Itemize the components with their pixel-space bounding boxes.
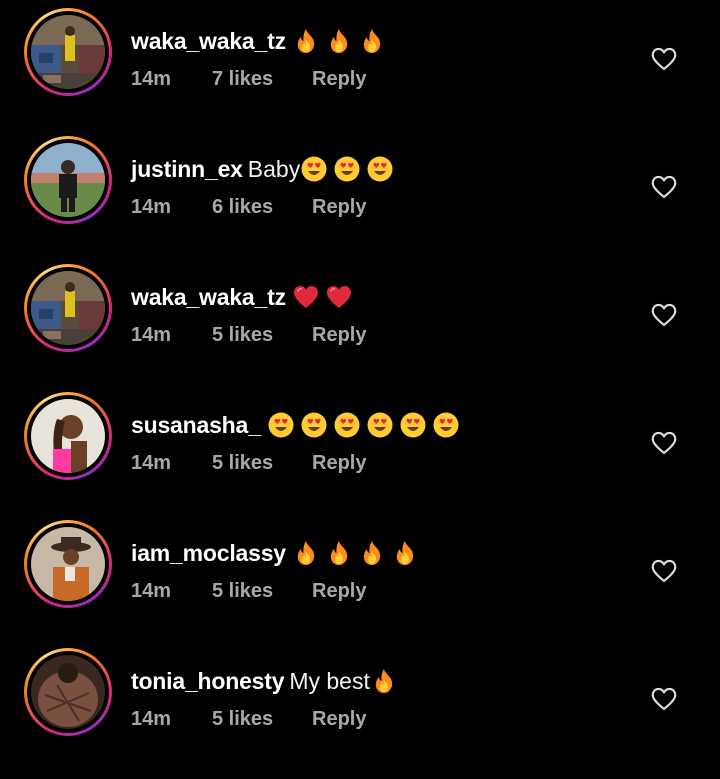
like-button[interactable] xyxy=(651,175,677,199)
heart-outline-icon xyxy=(651,175,677,199)
comment-item: waka_waka_tz 14m 5 likes Reply xyxy=(0,256,720,384)
comment-meta: 14m 5 likes Reply xyxy=(131,707,366,731)
heart-eyes-emoji xyxy=(267,411,295,439)
comment-username[interactable]: tonia_honesty xyxy=(131,668,285,695)
comment-likes[interactable]: 5 likes xyxy=(212,580,312,603)
comment-username[interactable]: iam_moclassy xyxy=(131,540,286,567)
comment-item: waka_waka_tz 14m 7 likes Reply xyxy=(0,0,720,128)
reply-button[interactable]: Reply xyxy=(312,324,366,347)
comment-line: tonia_honesty My best xyxy=(131,665,403,697)
story-ring[interactable] xyxy=(24,392,112,480)
fire-emoji xyxy=(391,539,419,567)
heart-eyes-emoji xyxy=(399,411,427,439)
heart-outline-icon xyxy=(651,431,677,455)
comment-username[interactable]: waka_waka_tz xyxy=(131,28,286,55)
comment-username[interactable]: justinn_ex xyxy=(131,156,243,183)
comment-meta: 14m 5 likes Reply xyxy=(131,323,366,347)
comment-likes[interactable]: 5 likes xyxy=(212,452,312,475)
comment-emojis xyxy=(292,283,358,311)
fire-emoji xyxy=(292,27,320,55)
avatar-portrait-closeup[interactable] xyxy=(31,655,105,729)
heart-eyes-emoji xyxy=(300,155,328,183)
story-ring[interactable] xyxy=(24,264,112,352)
heart-eyes-emoji xyxy=(432,411,460,439)
comment-item: susanasha_ 14m 5 likes Reply xyxy=(0,384,720,512)
fire-emoji xyxy=(370,667,398,695)
avatar-market-scene[interactable] xyxy=(31,271,105,345)
comment-line: iam_moclassy xyxy=(131,537,424,569)
reply-button[interactable]: Reply xyxy=(312,196,366,219)
heart-outline-icon xyxy=(651,47,677,71)
red-heart-emoji xyxy=(325,283,353,311)
comment-meta: 14m 5 likes Reply xyxy=(131,579,366,603)
like-button[interactable] xyxy=(651,559,677,583)
comment-meta: 14m 7 likes Reply xyxy=(131,67,366,91)
comment-text: Baby xyxy=(247,155,301,182)
fire-emoji xyxy=(358,27,386,55)
comment-time: 14m xyxy=(131,67,172,90)
comment-username[interactable]: susanasha_ xyxy=(131,412,261,439)
comment-time: 14m xyxy=(131,451,172,474)
comment-emojis xyxy=(267,411,465,439)
avatar-man-hat[interactable] xyxy=(31,527,105,601)
fire-emoji xyxy=(325,539,353,567)
like-button[interactable] xyxy=(651,47,677,71)
story-ring[interactable] xyxy=(24,648,112,736)
red-heart-emoji xyxy=(292,283,320,311)
comment-list: waka_waka_tz 14m 7 likes Reply justinn_e… xyxy=(0,0,720,779)
comment-line: justinn_ex Baby xyxy=(131,153,399,185)
comment-time: 14m xyxy=(131,707,172,730)
comment-time: 14m xyxy=(131,195,172,218)
reply-button[interactable]: Reply xyxy=(312,452,366,475)
heart-eyes-emoji xyxy=(333,411,361,439)
story-ring[interactable] xyxy=(24,8,112,96)
comment-likes[interactable]: 7 likes xyxy=(212,68,312,91)
heart-eyes-emoji xyxy=(366,155,394,183)
heart-outline-icon xyxy=(651,687,677,711)
comment-item: iam_moclassy 14m 5 likes Reply xyxy=(0,512,720,640)
avatar-woman-braids[interactable] xyxy=(31,399,105,473)
reply-button[interactable]: Reply xyxy=(312,68,366,91)
heart-eyes-emoji xyxy=(300,411,328,439)
like-button[interactable] xyxy=(651,303,677,327)
avatar-market-scene[interactable] xyxy=(31,15,105,89)
comment-emojis xyxy=(292,27,391,55)
comment-line: waka_waka_tz xyxy=(131,281,358,313)
fire-emoji xyxy=(292,539,320,567)
comment-text: My best xyxy=(289,667,370,694)
comment-emojis xyxy=(300,155,399,183)
fire-emoji xyxy=(325,27,353,55)
comment-time: 14m xyxy=(131,579,172,602)
comment-username[interactable]: waka_waka_tz xyxy=(131,284,286,311)
comment-meta: 14m 5 likes Reply xyxy=(131,451,366,475)
like-button[interactable] xyxy=(651,431,677,455)
reply-button[interactable]: Reply xyxy=(312,708,366,731)
comment-line: susanasha_ xyxy=(131,409,465,441)
comment-emojis xyxy=(370,667,403,695)
comment-likes[interactable]: 5 likes xyxy=(212,324,312,347)
heart-eyes-emoji xyxy=(333,155,361,183)
comment-meta: 14m 6 likes Reply xyxy=(131,195,366,219)
comment-time: 14m xyxy=(131,323,172,346)
comment-item: justinn_ex Baby 14m 6 likes Reply xyxy=(0,128,720,256)
like-button[interactable] xyxy=(651,687,677,711)
avatar-man-outdoors[interactable] xyxy=(31,143,105,217)
comment-item: tonia_honesty My best 14m 5 likes Reply xyxy=(0,640,720,768)
story-ring[interactable] xyxy=(24,520,112,608)
comment-line: waka_waka_tz xyxy=(131,25,391,57)
comment-likes[interactable]: 6 likes xyxy=(212,196,312,219)
reply-button[interactable]: Reply xyxy=(312,580,366,603)
comment-emojis xyxy=(292,539,424,567)
heart-outline-icon xyxy=(651,559,677,583)
story-ring[interactable] xyxy=(24,136,112,224)
heart-outline-icon xyxy=(651,303,677,327)
fire-emoji xyxy=(358,539,386,567)
comment-likes[interactable]: 5 likes xyxy=(212,708,312,731)
heart-eyes-emoji xyxy=(366,411,394,439)
